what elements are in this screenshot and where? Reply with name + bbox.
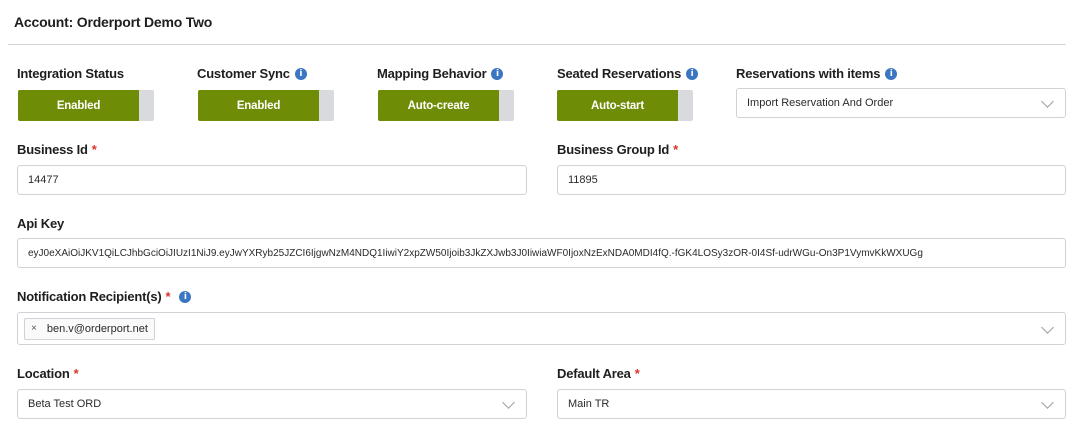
default-area-label-text: Default Area xyxy=(557,366,631,381)
required-marker: * xyxy=(634,366,640,381)
business-id-label: Business Id * xyxy=(17,142,97,157)
integration-status-label: Integration Status xyxy=(17,66,124,81)
customer-sync-toggle[interactable]: Enabled xyxy=(198,90,334,121)
api-key-value: eyJ0eXAiOiJKV1QiLCJhbGciOiJIUzI1NiJ9.eyJ… xyxy=(28,247,923,259)
customer-sync-label: Customer Sync i xyxy=(197,66,307,81)
mapping-behavior-label-text: Mapping Behavior xyxy=(377,66,487,81)
chevron-down-icon xyxy=(502,396,515,409)
info-icon[interactable]: i xyxy=(294,67,307,80)
required-marker: * xyxy=(91,142,97,157)
reservations-with-items-label: Reservations with items i xyxy=(736,66,898,81)
location-value: Beta Test ORD xyxy=(28,398,102,410)
location-select[interactable]: Beta Test ORD xyxy=(17,389,527,419)
business-group-id-input[interactable]: 11895 xyxy=(557,165,1066,195)
api-key-label: Api Key xyxy=(17,216,64,231)
info-icon[interactable]: i xyxy=(491,67,504,80)
business-id-value: 14477 xyxy=(28,174,59,186)
integration-status-label-text: Integration Status xyxy=(17,66,124,81)
integration-status-toggle[interactable]: Enabled xyxy=(18,90,154,121)
divider xyxy=(8,44,1066,45)
chevron-down-icon xyxy=(1041,95,1054,108)
location-label: Location * xyxy=(17,366,79,381)
reservations-with-items-label-text: Reservations with items xyxy=(736,66,881,81)
seated-reservations-value: Auto-start xyxy=(557,90,678,121)
default-area-value: Main TR xyxy=(568,398,610,410)
info-icon[interactable]: i xyxy=(179,290,192,303)
business-group-id-label: Business Group Id * xyxy=(557,142,678,157)
integration-status-value: Enabled xyxy=(18,90,139,121)
location-label-text: Location xyxy=(17,366,70,381)
info-icon[interactable]: i xyxy=(885,67,898,80)
notification-recipients-label-text: Notification Recipient(s) xyxy=(17,289,162,304)
chevron-down-icon xyxy=(1041,396,1054,409)
mapping-behavior-toggle[interactable]: Auto-create xyxy=(378,90,514,121)
seated-reservations-label-text: Seated Reservations xyxy=(557,66,682,81)
default-area-select[interactable]: Main TR xyxy=(557,389,1066,419)
recipient-tag: × ben.v@orderport.net xyxy=(24,317,155,340)
reservations-with-items-select[interactable]: Import Reservation And Order xyxy=(736,88,1066,118)
mapping-behavior-label: Mapping Behavior i xyxy=(377,66,504,81)
required-marker: * xyxy=(165,289,171,304)
recipient-tag-label: ben.v@orderport.net xyxy=(46,322,148,335)
api-key-label-text: Api Key xyxy=(17,216,65,231)
reservations-with-items-value: Import Reservation And Order xyxy=(747,97,894,109)
mapping-behavior-value: Auto-create xyxy=(378,90,499,121)
customer-sync-label-text: Customer Sync xyxy=(197,66,290,81)
notification-recipients-label: Notification Recipient(s) * i xyxy=(17,289,192,304)
notification-recipients-select[interactable]: × ben.v@orderport.net xyxy=(17,312,1066,345)
remove-tag-icon[interactable]: × xyxy=(31,323,37,334)
default-area-label: Default Area * xyxy=(557,366,640,381)
required-marker: * xyxy=(73,366,79,381)
business-group-id-value: 11895 xyxy=(568,174,598,186)
business-group-id-label-text: Business Group Id xyxy=(557,142,670,157)
seated-reservations-label: Seated Reservations i xyxy=(557,66,699,81)
chevron-down-icon xyxy=(1041,320,1054,334)
business-id-label-text: Business Id xyxy=(17,142,88,157)
required-marker: * xyxy=(673,142,679,157)
business-id-input[interactable]: 14477 xyxy=(17,165,527,195)
info-icon[interactable]: i xyxy=(686,67,699,80)
seated-reservations-toggle[interactable]: Auto-start xyxy=(557,90,693,121)
api-key-input[interactable]: eyJ0eXAiOiJKV1QiLCJhbGciOiJIUzI1NiJ9.eyJ… xyxy=(17,238,1066,268)
account-title: Account: Orderport Demo Two xyxy=(14,14,213,30)
customer-sync-value: Enabled xyxy=(198,90,319,121)
